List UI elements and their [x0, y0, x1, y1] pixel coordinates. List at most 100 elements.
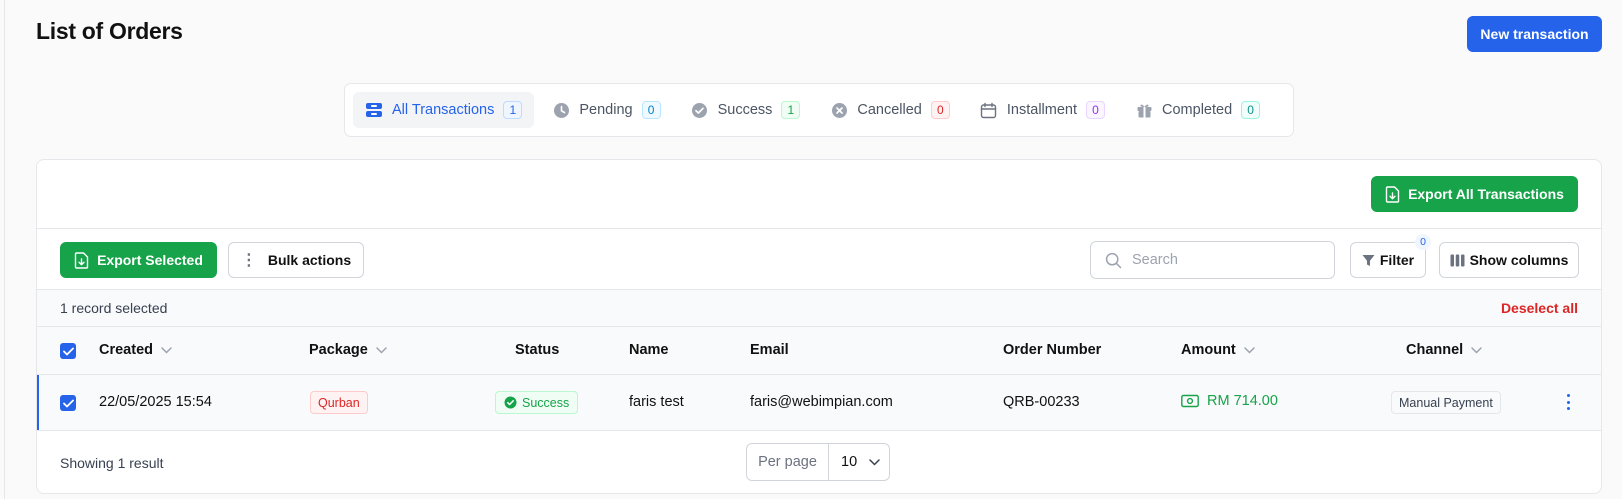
tab-all-transactions[interactable]: All Transactions 1: [353, 92, 535, 128]
selection-count: 1 record selected: [60, 300, 168, 316]
tab-installment[interactable]: Installment 0: [968, 92, 1117, 128]
status-badge: Success: [495, 391, 579, 414]
menu-dot: [1566, 400, 1570, 404]
filter-count-badge: 0: [1415, 234, 1431, 250]
column-label: Package: [309, 342, 368, 358]
column-email: Email: [750, 342, 789, 358]
cash-icon: [1181, 394, 1199, 408]
status-tabs: All Transactions 1 Pending 0 Success 1 C…: [344, 83, 1294, 137]
table-footer: Showing 1 result Per page 10: [37, 431, 1601, 493]
cell-name: faris test: [629, 394, 684, 410]
file-download-icon: [74, 251, 89, 269]
column-label: Status: [515, 342, 560, 358]
cell-order-number: QRB-00233: [1003, 394, 1080, 410]
package-badge: Qurban: [310, 391, 368, 414]
check-circle-icon: [504, 396, 517, 409]
bulk-actions-button[interactable]: ⋮ Bulk actions: [228, 242, 364, 278]
cell-email: faris@webimpian.com: [750, 394, 893, 410]
column-amount[interactable]: Amount: [1181, 342, 1255, 358]
amount-value: RM 714.00: [1207, 393, 1278, 409]
tab-label: Pending: [579, 102, 633, 118]
clock-icon: [552, 101, 570, 119]
calendar-icon: [980, 101, 998, 119]
export-selected-label: Export Selected: [97, 252, 203, 268]
result-count: Showing 1 result: [60, 455, 164, 471]
row-checkbox[interactable]: [60, 395, 76, 411]
page-left-border: [4, 0, 5, 499]
show-columns-label: Show columns: [1469, 252, 1569, 268]
selection-bar: 1 record selected Deselect all: [37, 290, 1601, 327]
per-page-value-wrap[interactable]: 10: [829, 454, 889, 470]
menu-dot: [1566, 394, 1570, 397]
chevron-down-icon: [376, 346, 387, 354]
gift-icon: [1135, 101, 1153, 119]
inbox-stack-icon: [365, 101, 383, 119]
x-circle-icon: [830, 101, 848, 119]
tab-pending[interactable]: Pending 0: [540, 92, 672, 128]
tab-label: Completed: [1162, 102, 1233, 118]
table-toolbar: Export Selected ⋮ Bulk actions Filter 0 …: [37, 229, 1601, 290]
selected-row-indicator: [37, 375, 39, 430]
cell-created: 22/05/2025 15:54: [99, 394, 212, 410]
filter-label: Filter: [1379, 252, 1415, 268]
page-title: List of Orders: [36, 18, 183, 44]
row-actions-menu[interactable]: [1563, 392, 1573, 412]
export-selected-button[interactable]: Export Selected: [60, 242, 217, 278]
column-label: Amount: [1181, 342, 1236, 358]
tab-count-badge: 1: [503, 101, 523, 119]
tab-label: Installment: [1006, 102, 1078, 118]
tab-count-badge: 0: [641, 101, 661, 119]
column-created[interactable]: Created: [99, 342, 172, 358]
tab-success[interactable]: Success 1: [679, 92, 813, 128]
per-page-label: Per page: [747, 444, 829, 480]
column-label: Created: [99, 342, 153, 358]
cell-amount: RM 714.00: [1181, 393, 1278, 409]
chevron-down-icon: [869, 458, 880, 466]
search-input[interactable]: [1132, 252, 1312, 268]
column-channel[interactable]: Channel: [1406, 342, 1482, 358]
tab-count-badge: 1: [781, 101, 801, 119]
column-order-number: Order Number: [1003, 342, 1101, 358]
columns-icon: [1450, 254, 1465, 266]
column-package[interactable]: Package: [309, 342, 387, 358]
export-all-label: Export All Transactions: [1408, 186, 1564, 202]
chevron-down-icon: [161, 346, 172, 354]
chevron-down-icon: [1244, 346, 1255, 354]
per-page-select[interactable]: Per page 10: [746, 443, 890, 481]
check-icon: [62, 347, 74, 355]
bulk-actions-label: Bulk actions: [267, 252, 352, 268]
select-all-checkbox[interactable]: [60, 343, 76, 359]
tab-label: All Transactions: [392, 102, 495, 118]
check-icon: [62, 399, 74, 407]
column-label: Email: [750, 342, 789, 358]
new-transaction-button[interactable]: New transaction: [1467, 16, 1602, 52]
search-icon: [1105, 252, 1122, 268]
export-all-transactions-button[interactable]: Export All Transactions: [1371, 176, 1578, 212]
status-label: Success: [522, 395, 570, 410]
tab-label: Success: [717, 102, 773, 118]
column-label: Order Number: [1003, 342, 1102, 358]
chevron-down-icon: [1471, 346, 1482, 354]
badge-check-icon: [691, 101, 709, 119]
menu-dot: [1566, 407, 1570, 410]
tab-label: Cancelled: [857, 102, 922, 118]
channel-badge: Manual Payment: [1391, 391, 1501, 414]
column-label: Channel: [1406, 342, 1464, 358]
column-label: Name: [629, 342, 669, 358]
funnel-icon: [1362, 254, 1375, 266]
filter-button[interactable]: Filter: [1350, 242, 1426, 278]
table-header: Created Package Status Name Email Order …: [37, 327, 1601, 375]
column-name: Name: [629, 342, 669, 358]
file-download-icon: [1385, 185, 1400, 203]
show-columns-button[interactable]: Show columns: [1439, 242, 1579, 278]
search-field[interactable]: [1090, 241, 1335, 279]
tab-completed[interactable]: Completed 0: [1123, 92, 1272, 128]
orders-card: Export All Transactions Export Selected …: [36, 159, 1602, 494]
table-row[interactable]: 22/05/2025 15:54 Qurban Success faris te…: [37, 375, 1601, 431]
card-header: Export All Transactions: [37, 160, 1601, 229]
column-status: Status: [515, 342, 559, 358]
per-page-value: 10: [841, 454, 858, 470]
tab-cancelled[interactable]: Cancelled 0: [818, 92, 962, 128]
tab-count-badge: 0: [1241, 101, 1261, 119]
deselect-all-link[interactable]: Deselect all: [1501, 300, 1578, 316]
